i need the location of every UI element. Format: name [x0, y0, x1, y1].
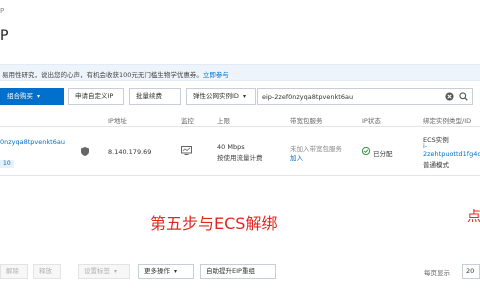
footer-toolbar: 解除 释放 设置标签 ▾ 更多操作 ▾ 自助提升EIP重组 每页显示 20 — [0, 264, 480, 284]
notice-text: 易用性研究，说出您的心声，有机会收获100元无门槛生物学优惠券。立即参与 — [2, 69, 229, 79]
column-header-ip: IP地址 — [108, 117, 127, 125]
column-header-instance: 绑定实例类型/ID — [423, 117, 472, 125]
table-header: IP地址 监控 上限 带宽包服务 IP状态 绑定实例类型/ID — [0, 113, 480, 127]
more-actions-button[interactable]: 更多操作 ▾ — [138, 264, 194, 279]
edge-annotation: 点 — [467, 209, 480, 225]
clear-icon[interactable] — [445, 92, 454, 101]
breadcrumb[interactable]: P — [0, 7, 4, 15]
eip-id-link[interactable]: 0nzyqa8tpvenkt6au — [0, 138, 65, 146]
search-icon[interactable] — [459, 92, 468, 101]
chevron-down-icon: ▾ — [174, 268, 178, 275]
bandwidth-value: 40 Mbps — [217, 143, 245, 151]
instance-mode: 普通模式 — [423, 161, 449, 169]
page-size-label: 每页显示 — [424, 269, 450, 277]
billing-method: 按使用流量计费 — [217, 154, 263, 162]
instance-id-cell: 0nzyqa8tpvenkt6au 10 — [0, 138, 80, 172]
table-row: 0nzyqa8tpvenkt6au 10 8.140.179.69 40 Mbp… — [0, 128, 480, 176]
chevron-down-icon: ▾ — [37, 93, 41, 100]
column-header-bandwidth-package: 带宽包服务 — [290, 117, 323, 125]
search-input[interactable] — [262, 89, 442, 104]
page-size-select[interactable]: 20 — [462, 264, 480, 279]
eip-tag-badge: 10 — [0, 160, 14, 168]
toolbar: 组合购买 ▾ 申请自定义IP 批量续费 弹性公网实例ID ▾ — [0, 88, 480, 108]
set-tags-button[interactable]: 设置标签 ▾ — [78, 264, 130, 279]
notice-participate-link[interactable]: 立即参与 — [203, 71, 229, 79]
buy-button-label: 组合购买 — [7, 92, 33, 100]
column-header-limit: 上限 — [217, 117, 230, 125]
set-tags-label: 设置标签 — [84, 267, 110, 275]
search-box — [257, 88, 473, 105]
batch-renew-button[interactable]: 批量续费 — [129, 88, 181, 105]
ip-address: 8.140.179.69 — [108, 148, 152, 156]
instance-id-link[interactable]: 2zehtpuottd1fg4dg — [423, 150, 480, 158]
column-header-monitor: 监控 — [181, 117, 194, 125]
notice-bar: 易用性研究，说出您的心声，有机会收获100元无门槛生物学优惠券。立即参与 — [0, 64, 480, 81]
chevron-down-icon: ▾ — [114, 268, 118, 275]
monitor-icon[interactable] — [181, 146, 192, 155]
chevron-down-icon: ▾ — [242, 93, 246, 100]
check-circle-icon — [362, 147, 370, 155]
auto-upgrade-button[interactable]: 自助提升EIP重组 — [200, 264, 276, 279]
step-annotation: 第五步与ECS解绑 — [150, 214, 278, 233]
page-title: P — [0, 28, 9, 44]
shield-icon — [81, 147, 89, 156]
release-button[interactable]: 解除 — [0, 264, 28, 279]
column-header-ip-status: IP状态 — [362, 117, 381, 125]
filter-select[interactable]: 弹性公网实例ID ▾ — [186, 88, 256, 105]
join-package-link[interactable]: 加入 — [290, 152, 303, 162]
ip-status: 已分配 — [373, 150, 393, 158]
filter-select-label: 弹性公网实例ID — [193, 92, 239, 100]
apply-custom-ip-button[interactable]: 申请自定义IP — [68, 88, 124, 105]
more-actions-label: 更多操作 — [144, 267, 170, 275]
unbind-button[interactable]: 释放 — [33, 264, 61, 279]
instance-id-prefix[interactable]: i- — [423, 142, 427, 150]
buy-button[interactable]: 组合购买 ▾ — [0, 88, 64, 105]
notice-message: 易用性研究，说出您的心声，有机会收获100元无门槛生物学优惠券。 — [2, 71, 203, 79]
